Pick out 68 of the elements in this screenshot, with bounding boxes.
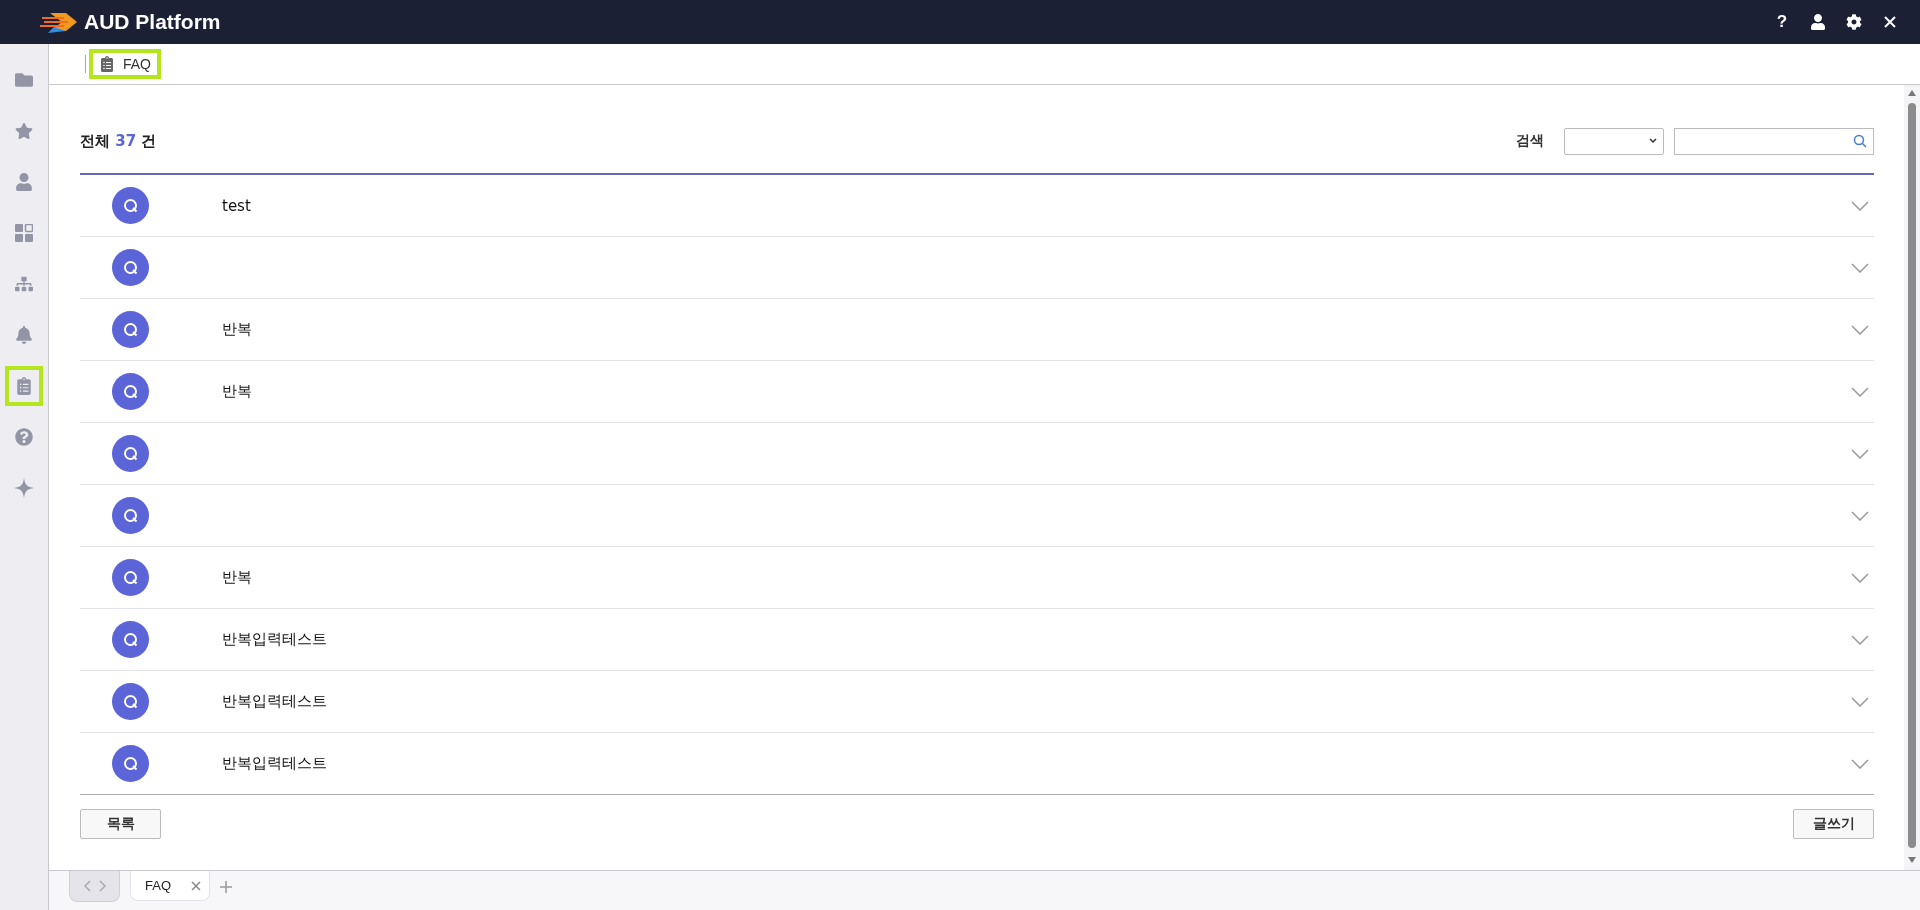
question-badge-icon xyxy=(112,435,149,472)
search-field[interactable] xyxy=(1674,127,1874,155)
user-icon[interactable] xyxy=(1810,14,1826,30)
faq-row[interactable]: 반복입력테스트 xyxy=(80,671,1874,733)
question-text: test xyxy=(222,196,251,215)
chevron-down-icon[interactable] xyxy=(1851,510,1869,521)
faq-row[interactable]: 반복입력테스트 xyxy=(80,609,1874,671)
scroll-up-icon[interactable] xyxy=(1907,89,1917,97)
question-text: 반복입력테스트 xyxy=(222,630,327,649)
breadcrumb-label: FAQ xyxy=(123,56,151,72)
hierarchy-icon xyxy=(15,275,33,293)
tab-navigation[interactable] xyxy=(69,871,120,902)
question-text: 반복 xyxy=(222,568,252,587)
question-badge-icon xyxy=(112,497,149,534)
search-icon xyxy=(1853,134,1867,148)
search-label: 검색 xyxy=(1516,132,1544,150)
sparkle-icon xyxy=(14,478,34,498)
app-title: AUD Platform xyxy=(84,10,221,34)
bell-icon xyxy=(15,326,33,344)
question-text: 반복 xyxy=(222,320,252,339)
caret-icon xyxy=(1649,138,1657,144)
faq-row[interactable]: 반복 xyxy=(80,547,1874,609)
question-badge-icon xyxy=(112,745,149,782)
chevron-down-icon[interactable] xyxy=(1851,324,1869,335)
clipboard-icon xyxy=(99,56,115,72)
faq-row[interactable]: 반복 xyxy=(80,361,1874,423)
chevron-down-icon[interactable] xyxy=(1851,448,1869,459)
help-icon xyxy=(15,428,33,446)
question-text: 반복입력테스트 xyxy=(222,692,327,711)
help-button[interactable]: ? xyxy=(1764,4,1800,40)
question-text: 반복 xyxy=(222,382,252,401)
question-badge-icon xyxy=(112,683,149,720)
list-button[interactable]: 목록 xyxy=(80,809,161,839)
total-count: 전체 37 건 xyxy=(80,131,157,151)
faq-row[interactable]: test xyxy=(80,175,1874,237)
add-tab-icon[interactable] xyxy=(220,881,232,893)
chevron-left-icon[interactable] xyxy=(83,880,91,892)
faq-row[interactable]: 반복입력테스트 xyxy=(80,733,1874,795)
chevron-down-icon[interactable] xyxy=(1851,634,1869,645)
search-type-select[interactable] xyxy=(1564,127,1664,155)
breadcrumb-item[interactable]: FAQ xyxy=(89,49,161,79)
folder-icon xyxy=(15,71,33,89)
chevron-down-icon[interactable] xyxy=(1851,262,1869,273)
question-badge-icon xyxy=(112,373,149,410)
chevron-right-icon[interactable] xyxy=(98,880,106,892)
write-button[interactable]: 글쓰기 xyxy=(1793,809,1874,839)
question-badge-icon xyxy=(112,249,149,286)
scroll-thumb[interactable] xyxy=(1908,103,1916,848)
user-icon xyxy=(15,173,33,191)
question-badge-icon xyxy=(112,187,149,224)
star-icon xyxy=(15,122,33,140)
chevron-down-icon[interactable] xyxy=(1851,200,1869,211)
settings-icon[interactable] xyxy=(1846,14,1862,30)
question-text: 반복입력테스트 xyxy=(222,754,327,773)
chevron-down-icon[interactable] xyxy=(1851,696,1869,707)
scroll-down-icon[interactable] xyxy=(1907,856,1917,864)
question-badge-icon xyxy=(112,559,149,596)
chevron-down-icon[interactable] xyxy=(1851,572,1869,583)
question-badge-icon xyxy=(112,311,149,348)
page-tab[interactable]: FAQ xyxy=(130,871,210,901)
faq-row[interactable]: 반복 xyxy=(80,299,1874,361)
question-badge-icon xyxy=(112,621,149,658)
clipboard-icon xyxy=(15,377,33,395)
chevron-down-icon[interactable] xyxy=(1851,386,1869,397)
scrollbar[interactable] xyxy=(1904,85,1920,870)
grid-icon xyxy=(15,224,33,242)
sidebar-item[interactable] xyxy=(5,366,43,406)
chevron-down-icon[interactable] xyxy=(1851,758,1869,769)
